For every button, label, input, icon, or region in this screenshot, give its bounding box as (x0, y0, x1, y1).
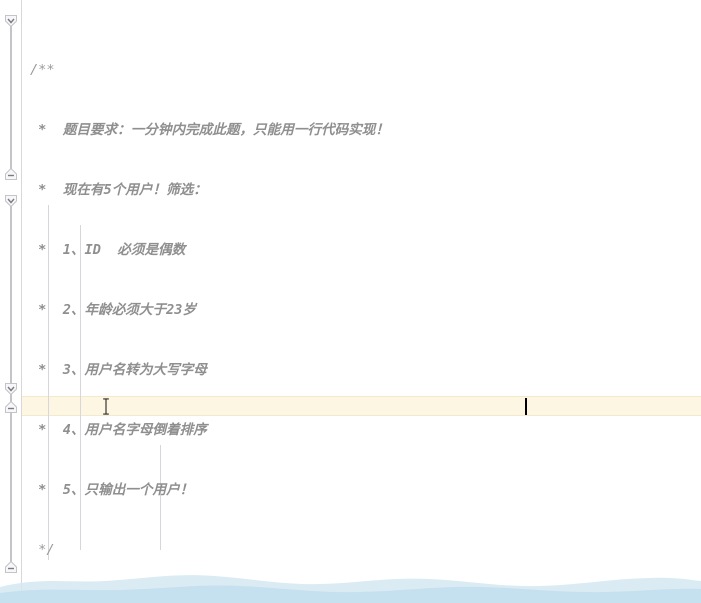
text-caret (525, 398, 527, 415)
javadoc-close: */ (30, 542, 55, 558)
code-line-javadoc-3[interactable]: * 1、ID 必须是偶数 (22, 240, 701, 260)
code-content[interactable]: /** * 题目要求：一分钟内完成此题，只能用一行代码实现！ * 现在有5个用户… (22, 0, 701, 603)
code-line-javadoc-close[interactable]: */ (22, 540, 701, 560)
javadoc-line-6: * 4、用户名字母倒着排序 (30, 422, 207, 438)
javadoc-line-5: * 3、用户名转为大写字母 (30, 362, 207, 378)
fold-end-class-icon[interactable] (4, 559, 18, 573)
code-line-javadoc-5[interactable]: * 3、用户名转为大写字母 (22, 360, 701, 380)
code-editor[interactable]: /** * 题目要求：一分钟内完成此题，只能用一行代码实现！ * 现在有5个用户… (0, 0, 701, 603)
fold-chevron-javadoc-icon[interactable] (4, 13, 18, 28)
fold-end-javadoc-icon[interactable] (4, 166, 18, 180)
javadoc-line-7: * 5、只输出一个用户！ (30, 482, 194, 498)
javadoc-line-3: * 1、ID 必须是偶数 (30, 242, 186, 258)
javadoc-line-4: * 2、年龄必须大于23岁 (30, 302, 197, 318)
fold-region-line-javadoc (10, 26, 12, 172)
fold-chevron-stream-icon[interactable] (4, 381, 18, 396)
code-line-javadoc-7[interactable]: * 5、只输出一个用户！ (22, 480, 701, 500)
javadoc-line-2: * 现在有5个用户！筛选： (30, 182, 207, 198)
editor-gutter[interactable] (0, 0, 22, 603)
fold-chevron-class-icon[interactable] (4, 193, 18, 208)
code-line-javadoc-1[interactable]: * 题目要求：一分钟内完成此题，只能用一行代码实现！ (22, 120, 701, 140)
code-line-javadoc-open[interactable]: /** (22, 60, 701, 80)
fold-end-stream-icon[interactable] (4, 399, 18, 413)
code-line-javadoc-4[interactable]: * 2、年龄必须大于23岁 (22, 300, 701, 320)
javadoc-line-1: * 题目要求：一分钟内完成此题，只能用一行代码实现！ (30, 122, 389, 138)
code-line-javadoc-6[interactable]: * 4、用户名字母倒着排序 (22, 420, 701, 440)
javadoc-open: /** (30, 62, 55, 78)
code-line-javadoc-2[interactable]: * 现在有5个用户！筛选： (22, 180, 701, 200)
